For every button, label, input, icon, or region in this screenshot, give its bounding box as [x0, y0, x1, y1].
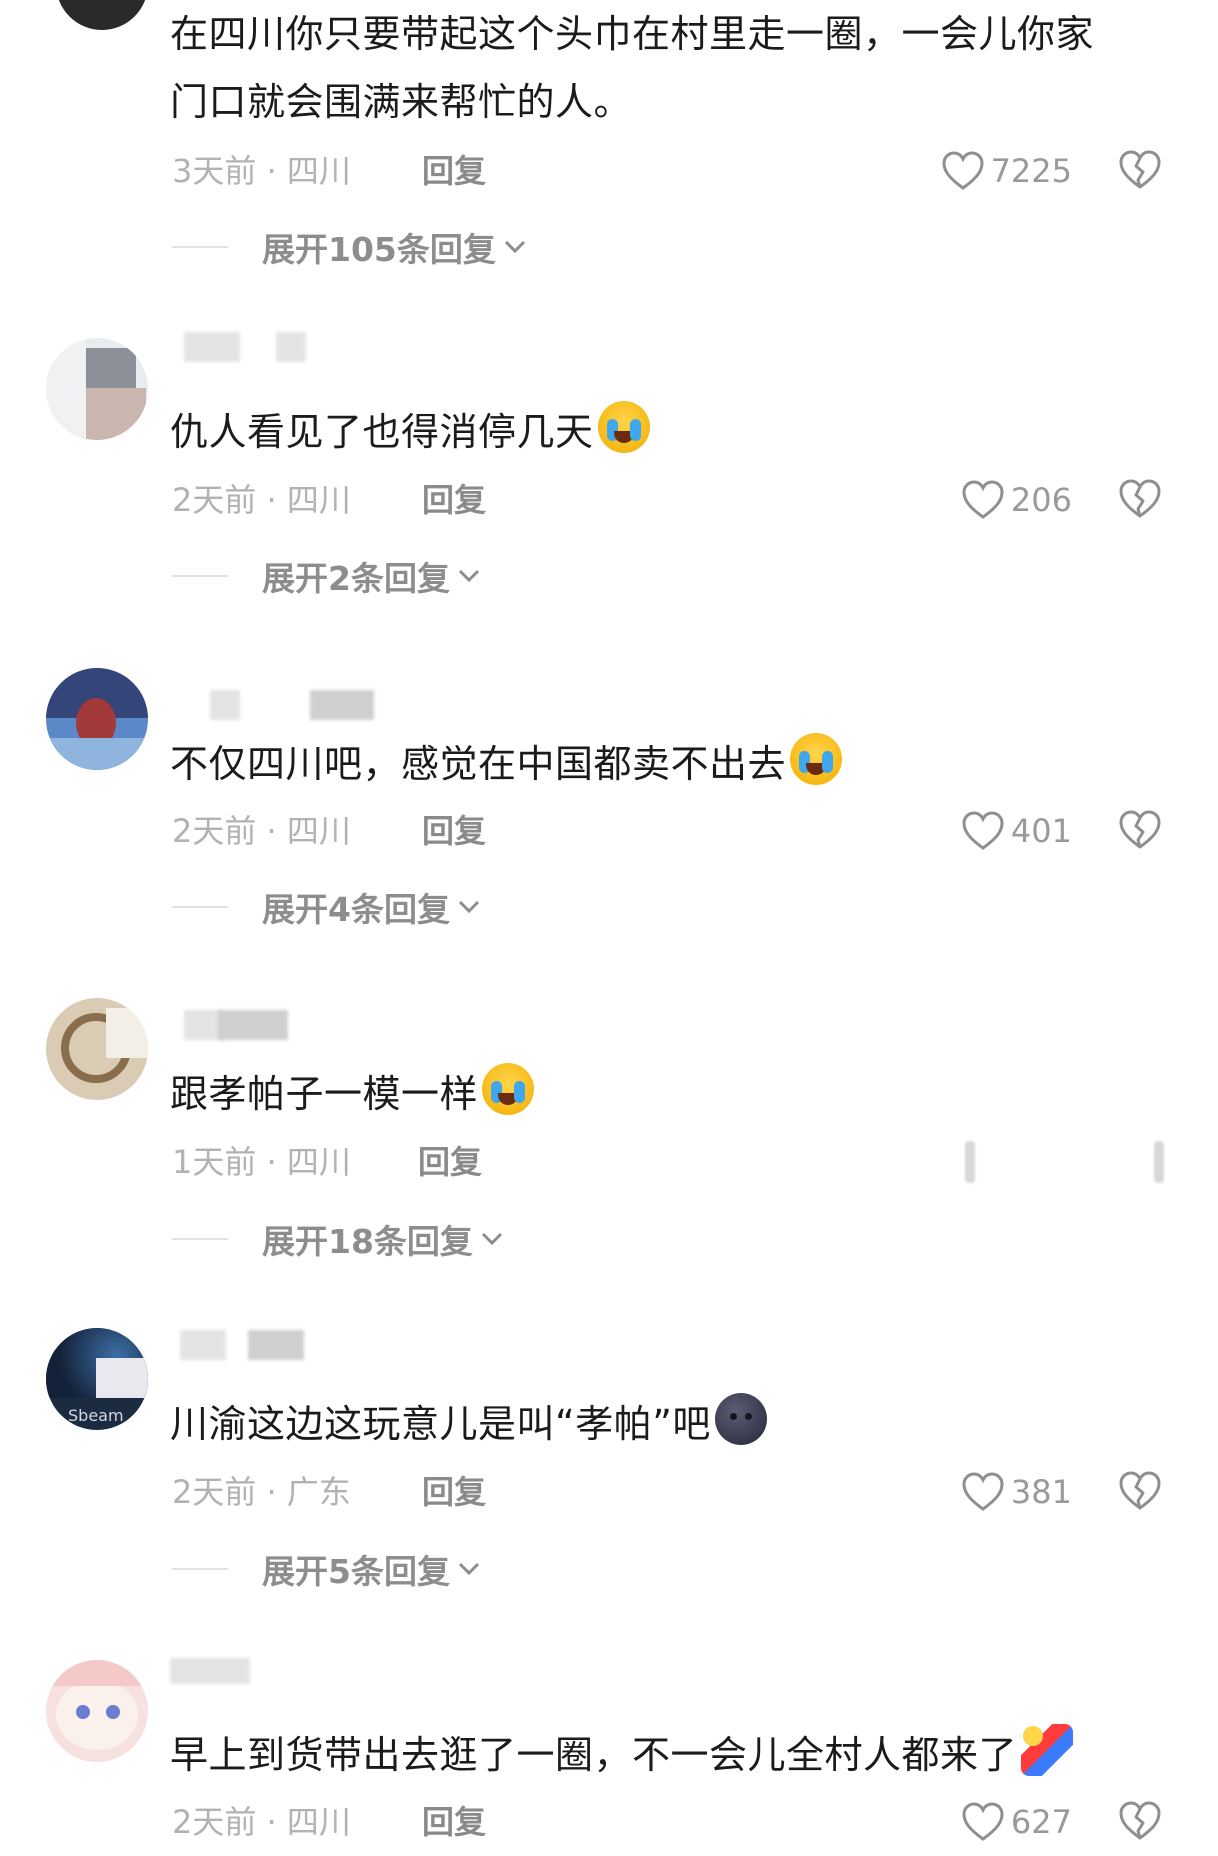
like-count: 7225 [990, 152, 1072, 190]
heart-icon [942, 151, 984, 190]
comment-time-location: 1天前 · 四川 [172, 1143, 351, 1181]
dislike-button-redacted[interactable] [1154, 1141, 1164, 1183]
comment-text-row: 仇人看见了也得消停几天 [170, 398, 1180, 466]
expand-replies-label: 展开4条回复 [262, 890, 450, 929]
comment-time-location: 2天前 · 四川 [172, 481, 351, 519]
like-button-redacted[interactable] [965, 1141, 975, 1183]
username-redacted[interactable] [170, 1330, 310, 1360]
avatar[interactable] [56, 0, 148, 30]
crying-emoji [790, 733, 843, 785]
username-redacted[interactable] [170, 1010, 290, 1040]
expand-replies-label: 展开18条回复 [262, 1222, 473, 1261]
dislike-button[interactable] [1118, 479, 1162, 533]
reply-button[interactable]: 回复 [422, 1467, 486, 1517]
crying-laughing-emoji [597, 401, 650, 453]
comment-meta: 2天前 · 四川 回复 401 [172, 806, 1182, 856]
comment-text-row: 早上到货带出去逛了一圈，不一会儿全村人都来了 [170, 1721, 1180, 1789]
comment-meta: 2天前 · 广东 回复 381 [172, 1467, 1182, 1517]
falling-person-emoji [1021, 1724, 1074, 1776]
comment-text: 川渝这边这玩意儿是叫“孝帕”吧 [170, 1402, 711, 1446]
avatar[interactable] [46, 668, 148, 770]
comment-text-row: 不仅四川吧，感觉在中国都卖不出去 [170, 730, 1180, 798]
comment-meta: 1天前 · 四川 回复 [172, 1137, 1182, 1187]
heart-icon [962, 1472, 1004, 1511]
like-button[interactable]: 206 [961, 475, 1072, 525]
divider [172, 1238, 228, 1240]
avatar[interactable] [46, 1660, 148, 1762]
username-redacted[interactable] [170, 690, 490, 720]
expand-replies-button[interactable]: 展开105条回复 [172, 222, 528, 272]
crying-emoji [482, 1063, 535, 1115]
avatar-label: Sbeam [68, 1406, 124, 1425]
avatar[interactable]: Sbeam [46, 1328, 148, 1430]
divider [172, 1568, 228, 1570]
broken-heart-icon [1119, 150, 1161, 189]
divider [172, 246, 228, 248]
comment-time-location: 2天前 · 广东 [172, 1473, 351, 1511]
expand-replies-button[interactable]: 展开5条回复 [172, 1544, 482, 1594]
avatar[interactable] [46, 338, 148, 440]
chevron-down-icon [458, 900, 480, 914]
heart-icon [962, 811, 1004, 850]
comment-text: 在四川你只要带起这个头巾在村里走一圈，一会儿你家 门口就会围满来帮忙的人。 [170, 12, 1095, 124]
reply-button[interactable]: 回复 [422, 806, 486, 856]
expand-replies-button[interactable]: 展开2条回复 [172, 551, 482, 601]
like-count: 627 [1010, 1803, 1072, 1841]
reply-button[interactable]: 回复 [422, 146, 486, 196]
dark-moon-emoji [714, 1393, 767, 1445]
dislike-button[interactable] [1118, 1471, 1162, 1525]
dislike-button[interactable] [1118, 810, 1162, 864]
comment-text: 不仅四川吧，感觉在中国都卖不出去 [170, 742, 787, 786]
broken-heart-icon [1119, 1471, 1161, 1510]
comment-meta: 2天前 · 四川 回复 206 [172, 475, 1182, 525]
comment-time-location: 2天前 · 四川 [172, 1803, 351, 1841]
divider [172, 575, 228, 577]
broken-heart-icon [1119, 1801, 1161, 1840]
expand-replies-label: 展开105条回复 [262, 230, 496, 269]
expand-replies-button[interactable]: 展开4条回复 [172, 882, 482, 932]
like-count: 206 [1010, 481, 1072, 519]
chevron-down-icon [481, 1232, 502, 1246]
reply-button[interactable]: 回复 [422, 475, 486, 525]
chevron-down-icon [458, 1562, 480, 1576]
like-count: 401 [1010, 812, 1072, 850]
heart-icon [962, 480, 1004, 519]
broken-heart-icon [1119, 479, 1161, 518]
comment-text: 跟孝帕子一模一样 [170, 1072, 479, 1116]
comment-meta: 3天前 · 四川 回复 7225 [172, 146, 1182, 196]
comment-text-row: 跟孝帕子一模一样 [170, 1060, 1180, 1128]
like-button[interactable]: 627 [961, 1797, 1072, 1847]
comment-time-location: 2天前 · 四川 [172, 812, 351, 850]
broken-heart-icon [1119, 810, 1161, 849]
username-redacted[interactable] [170, 332, 310, 362]
reply-button[interactable]: 回复 [422, 1797, 486, 1847]
divider [172, 906, 228, 908]
chevron-down-icon [504, 240, 525, 254]
expand-replies-label: 展开2条回复 [262, 559, 450, 598]
comment-time-location: 3天前 · 四川 [172, 152, 351, 190]
chevron-down-icon [458, 569, 480, 583]
like-button[interactable]: 7225 [941, 146, 1072, 196]
expand-replies-button[interactable]: 展开18条回复 [172, 1214, 505, 1264]
comment-text: 仇人看见了也得消停几天 [170, 410, 594, 454]
avatar[interactable] [46, 998, 148, 1100]
like-count: 381 [1010, 1473, 1072, 1511]
expand-replies-label: 展开5条回复 [262, 1552, 450, 1591]
like-button[interactable]: 401 [961, 806, 1072, 856]
comment-meta: 2天前 · 四川 回复 627 [172, 1797, 1182, 1847]
dislike-button[interactable] [1118, 150, 1162, 204]
comment-text-row: 川渝这边这玩意儿是叫“孝帕”吧 [170, 1390, 1180, 1458]
heart-icon [962, 1802, 1004, 1841]
like-button[interactable]: 381 [961, 1467, 1072, 1517]
comment-text: 早上到货带出去逛了一圈，不一会儿全村人都来了 [170, 1733, 1018, 1777]
dislike-button[interactable] [1118, 1801, 1162, 1855]
reply-button[interactable]: 回复 [418, 1137, 482, 1187]
username-redacted[interactable] [170, 1652, 280, 1684]
